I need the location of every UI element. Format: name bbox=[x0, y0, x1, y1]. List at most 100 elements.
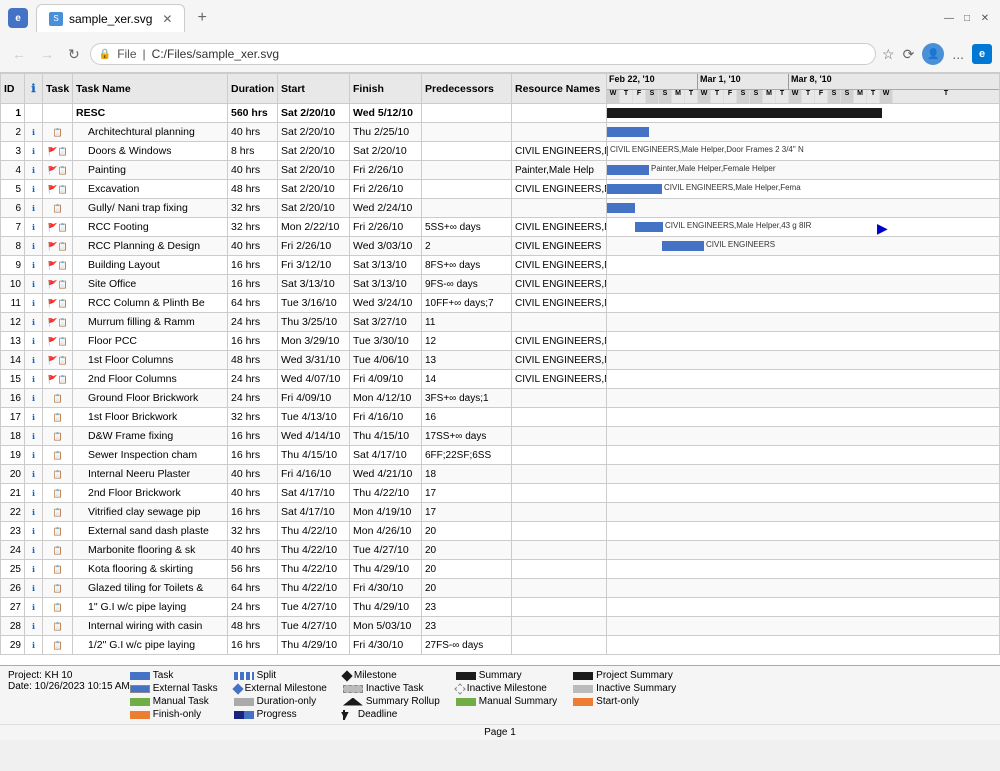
blue-mode-icon: 📋 bbox=[53, 432, 63, 441]
legend-milestone: Milestone bbox=[343, 670, 440, 681]
legend-progress: Progress bbox=[234, 709, 327, 720]
page-number: Page 1 bbox=[0, 724, 1000, 740]
info-cell-icon: ℹ bbox=[32, 375, 35, 384]
cell-mode: 📋 bbox=[43, 522, 73, 541]
active-tab[interactable]: S sample_xer.svg ✕ bbox=[36, 4, 185, 32]
tab-close-button[interactable]: ✕ bbox=[162, 12, 172, 26]
back-button[interactable]: ← bbox=[8, 44, 30, 64]
cell-id: 4 bbox=[1, 161, 25, 180]
maximize-button[interactable]: □ bbox=[960, 11, 974, 25]
gantt-cell-content: CIVIL ENGINEERS,Male Helper,43 g 8IR▶ bbox=[607, 218, 999, 236]
cell-resources bbox=[512, 598, 607, 617]
cell-gantt bbox=[607, 123, 1000, 142]
close-button[interactable]: ✕ bbox=[978, 11, 992, 25]
cell-duration: 24 hrs bbox=[228, 598, 278, 617]
cell-mode: 📋 bbox=[43, 636, 73, 655]
cell-finish: Fri 2/26/10 bbox=[350, 180, 422, 199]
cell-mode: 📋 bbox=[43, 503, 73, 522]
cell-gantt: Painter,Male Helper,Female Helper bbox=[607, 161, 1000, 180]
red-mode-icon: 🚩 bbox=[48, 185, 58, 194]
minimize-button[interactable]: — bbox=[942, 11, 956, 25]
cell-finish: Fri 4/16/10 bbox=[350, 408, 422, 427]
blue-mode-icon: 📋 bbox=[58, 147, 68, 156]
cell-finish: Thu 4/29/10 bbox=[350, 598, 422, 617]
more-options-icon[interactable]: ... bbox=[952, 46, 964, 62]
gantt-bar-label: CIVIL ENGINEERS,Male Helper,43 g 8IR bbox=[665, 221, 811, 230]
cell-info: ℹ bbox=[25, 579, 43, 598]
cell-finish: Fri 4/30/10 bbox=[350, 636, 422, 655]
cell-name: Internal Neeru Plaster bbox=[73, 465, 228, 484]
week-label-3: Mar 8, '10 bbox=[789, 74, 999, 89]
cell-gantt bbox=[607, 465, 1000, 484]
cell-info: ℹ bbox=[25, 275, 43, 294]
blue-mode-icon: 📋 bbox=[58, 318, 68, 327]
finishonly-bar bbox=[130, 711, 150, 719]
cell-name: 2nd Floor Columns bbox=[73, 370, 228, 389]
cell-predecessors bbox=[422, 161, 512, 180]
cell-start: Wed 4/14/10 bbox=[278, 427, 350, 446]
refresh-button[interactable]: ↻ bbox=[64, 44, 84, 65]
gantt-cell-content bbox=[607, 332, 999, 350]
cell-finish: Fri 4/30/10 bbox=[350, 579, 422, 598]
info-cell-icon: ℹ bbox=[32, 242, 35, 251]
cell-resources: CIVIL ENGINEERS,M bbox=[512, 351, 607, 370]
cell-finish: Tue 4/27/10 bbox=[350, 541, 422, 560]
info-cell-icon: ℹ bbox=[32, 261, 35, 270]
cell-info: ℹ bbox=[25, 522, 43, 541]
cell-info: ℹ bbox=[25, 294, 43, 313]
app-icon: e bbox=[8, 8, 28, 28]
bookmark-icon[interactable]: ☆ bbox=[882, 46, 895, 63]
gantt-cell-content bbox=[607, 560, 999, 578]
cell-duration: 16 hrs bbox=[228, 503, 278, 522]
cell-predecessors: 20 bbox=[422, 560, 512, 579]
cell-id: 3 bbox=[1, 142, 25, 161]
table-row: 6 ℹ 📋 Gully/ Nani trap fixing 32 hrs Sat… bbox=[1, 199, 1000, 218]
blue-mode-icon: 📋 bbox=[53, 508, 63, 517]
cell-duration: 16 hrs bbox=[228, 332, 278, 351]
legend-bar: Project: KH 10 Date: 10/26/2023 10:15 AM… bbox=[0, 665, 1000, 724]
cell-name: Kota flooring & skirting bbox=[73, 560, 228, 579]
cell-id: 24 bbox=[1, 541, 25, 560]
legend-task: Task bbox=[130, 670, 218, 681]
profile-avatar[interactable]: 👤 bbox=[922, 43, 944, 65]
cell-gantt: CIVIL ENGINEERS,Male Helper,Door Frames … bbox=[607, 142, 1000, 161]
week-label-2: Mar 1, '10 bbox=[698, 74, 789, 89]
cell-name: 1st Floor Brickwork bbox=[73, 408, 228, 427]
blue-mode-icon: 📋 bbox=[58, 337, 68, 346]
new-tab-button[interactable]: + bbox=[189, 5, 214, 31]
red-mode-icon: 🚩 bbox=[48, 356, 58, 365]
forward-button[interactable]: → bbox=[36, 44, 58, 64]
cell-predecessors: 3FS+∞ days;1 bbox=[422, 389, 512, 408]
cell-duration: 40 hrs bbox=[228, 541, 278, 560]
cell-id: 1 bbox=[1, 104, 25, 123]
info-cell-icon: ℹ bbox=[32, 166, 35, 175]
cell-duration: 56 hrs bbox=[228, 560, 278, 579]
cell-duration: 64 hrs bbox=[228, 579, 278, 598]
week-header-row: Feb 22, '10 Mar 1, '10 Mar 8, '10 bbox=[607, 74, 999, 90]
cell-start: Sat 2/20/10 bbox=[278, 199, 350, 218]
cell-name: RCC Footing bbox=[73, 218, 228, 237]
gantt-task-bar bbox=[607, 165, 649, 175]
cell-predecessors: 13 bbox=[422, 351, 512, 370]
cell-info: ℹ bbox=[25, 351, 43, 370]
info-cell-icon: ℹ bbox=[32, 527, 35, 536]
cell-duration: 32 hrs bbox=[228, 218, 278, 237]
settings-icon[interactable]: ⟳ bbox=[903, 46, 915, 63]
cell-mode: 🚩📋 bbox=[43, 237, 73, 256]
external-task-bar bbox=[130, 685, 150, 693]
cell-start: Sat 4/17/10 bbox=[278, 503, 350, 522]
address-input[interactable]: 🔒 File | C:/Files/sample_xer.svg bbox=[90, 43, 876, 65]
cell-duration: 24 hrs bbox=[228, 370, 278, 389]
gantt-cell-content bbox=[607, 503, 999, 521]
table-row: 26 ℹ 📋 Glazed tiling for Toilets & 64 hr… bbox=[1, 579, 1000, 598]
cell-duration: 48 hrs bbox=[228, 180, 278, 199]
cell-start: Fri 2/26/10 bbox=[278, 237, 350, 256]
cell-finish: Mon 4/19/10 bbox=[350, 503, 422, 522]
cell-info: ℹ bbox=[25, 484, 43, 503]
cell-start: Thu 4/22/10 bbox=[278, 541, 350, 560]
cell-predecessors: 2 bbox=[422, 237, 512, 256]
cell-gantt bbox=[607, 256, 1000, 275]
table-row: 12 ℹ 🚩📋 Murrum filling & Ramm 24 hrs Thu… bbox=[1, 313, 1000, 332]
cell-name: RCC Column & Plinth Be bbox=[73, 294, 228, 313]
gantt-cell-content bbox=[607, 256, 999, 274]
